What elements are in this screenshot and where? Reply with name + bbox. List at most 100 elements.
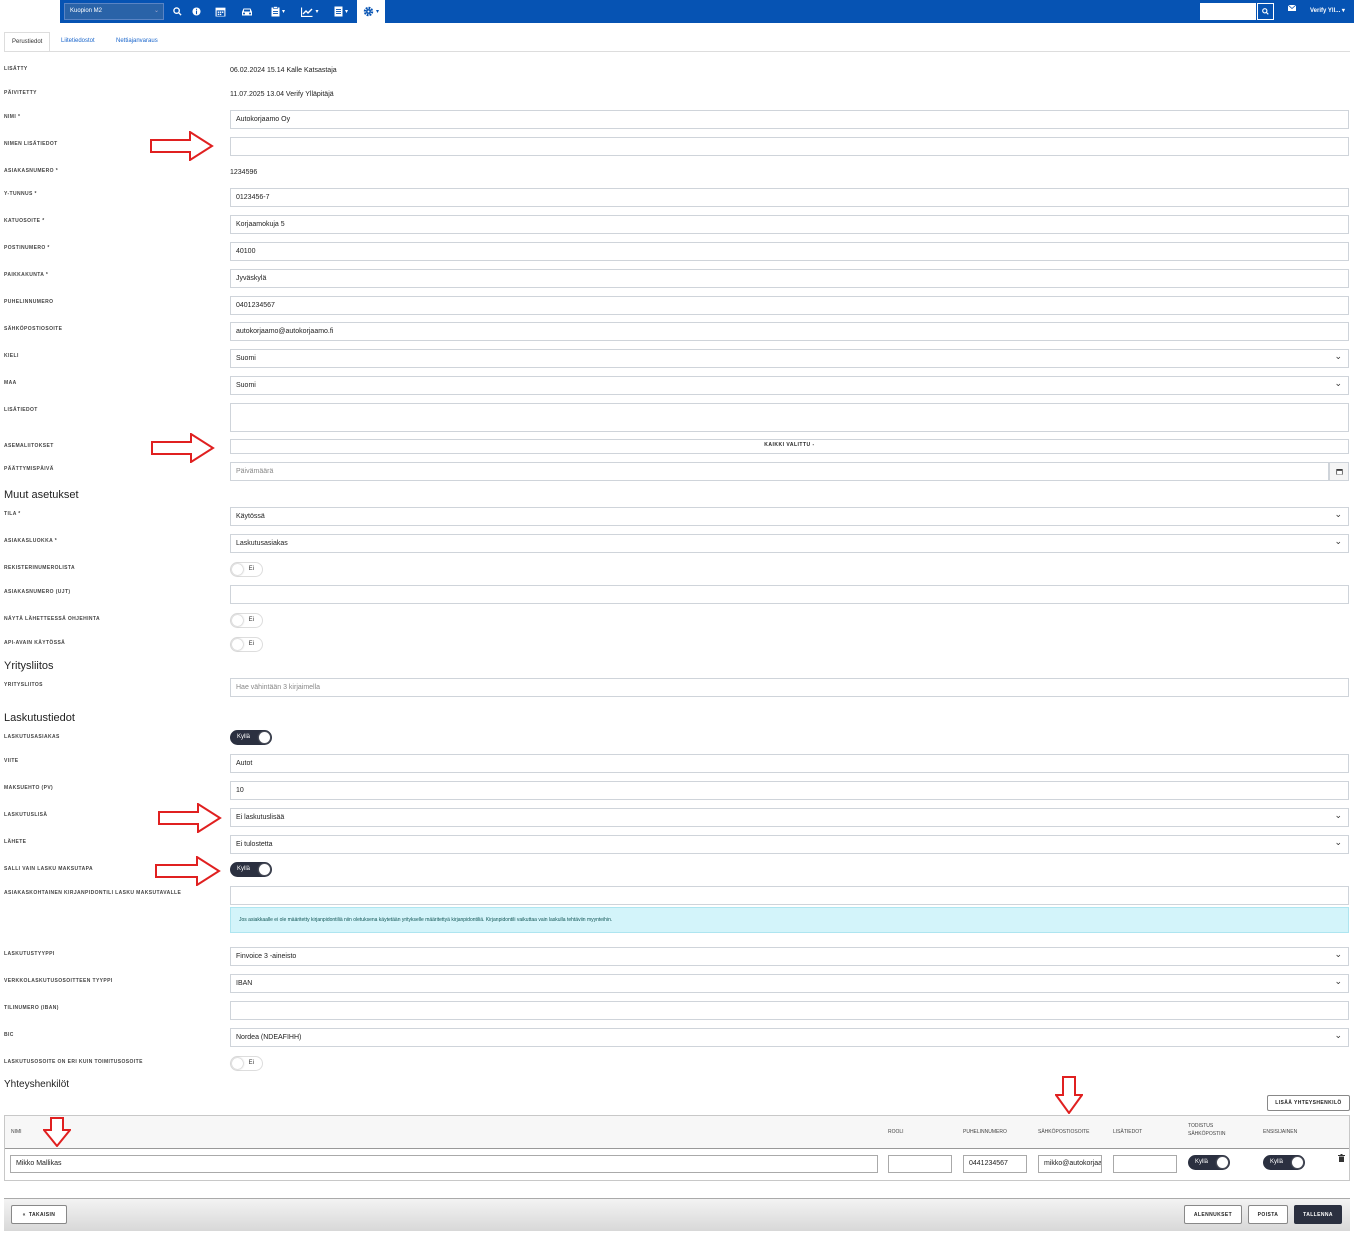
lisatty-label: LISÄTTY	[4, 66, 28, 72]
yritysliitos-search-input[interactable]: Hae vähintään 3 kirjaimella	[230, 678, 1349, 697]
asemaliitokset-multiselect[interactable]: KAIKKI VALITTU -	[230, 439, 1349, 454]
nimi-input[interactable]: Autokorjaamo Oy	[230, 110, 1349, 129]
column-header-todistus: TODISTUS SÄHKÖPOSTIIN	[1188, 1123, 1226, 1137]
clipboard-icon[interactable]: ▾	[266, 0, 290, 23]
toggle-text: Kyllä	[1195, 1159, 1209, 1165]
ohjehinta-label: NÄYTÄ LÄHETTEESSÄ OHJEHINTA	[4, 616, 100, 622]
calendar-icon[interactable]	[210, 0, 230, 23]
viite-input[interactable]: Autot	[230, 754, 1349, 773]
column-header-rooli: ROOLI	[888, 1129, 904, 1135]
puhelin-label: PUHELINNUMERO	[4, 299, 54, 305]
gear-icon[interactable]: ▾	[357, 0, 385, 23]
column-header-lisatiedot: LISÄTIEDOT	[1113, 1129, 1143, 1135]
contact-primary-toggle[interactable]: Kyllä	[1263, 1155, 1305, 1170]
ohjehinta-toggle[interactable]: Ei	[230, 613, 263, 628]
search-icon[interactable]	[170, 0, 184, 23]
back-button[interactable]: «TAKAISIN	[11, 1205, 67, 1224]
paikkakunta-input[interactable]: Jyväskylä	[230, 269, 1349, 288]
laskutustiedot-heading: Laskutustiedot	[4, 712, 75, 724]
contact-name-input[interactable]: Mikko Mallikas	[10, 1155, 878, 1173]
column-header-puhelin: PUHELINNUMERO	[963, 1129, 1007, 1135]
muut-asetukset-heading: Muut asetukset	[4, 489, 79, 501]
asiakasluokka-select[interactable]: Laskutusasiakas	[230, 534, 1349, 553]
column-header-email: SÄHKÖPOSTIOSOITE	[1038, 1129, 1090, 1135]
maa-value: Suomi	[236, 382, 256, 389]
api-toggle[interactable]: Ei	[230, 637, 263, 652]
katuosoite-input[interactable]: Korjaamokuja 5	[230, 215, 1349, 234]
iban-input[interactable]	[230, 1001, 1349, 1020]
maa-label: MAA	[4, 380, 17, 386]
document-icon[interactable]: ▾	[328, 0, 354, 23]
paattymispaiva-input[interactable]: Päivämäärä	[230, 462, 1329, 481]
contact-role-input[interactable]	[888, 1155, 952, 1173]
paattymispaiva-label: PÄÄTTYMISPÄIVÄ	[4, 466, 54, 472]
alennukset-button[interactable]: ALENNUKSET	[1184, 1205, 1242, 1224]
column-header-nimi: NIMI	[11, 1129, 22, 1135]
paivitetty-label: PÄIVITETTY	[4, 90, 37, 96]
nimen-lisatiedot-input[interactable]	[230, 137, 1349, 156]
ytunnus-input[interactable]: 0123456-7	[230, 188, 1349, 207]
calendar-button[interactable]	[1329, 462, 1349, 481]
logo[interactable]	[0, 0, 60, 23]
tab-liitetiedostot[interactable]: Liitetiedostot	[54, 32, 102, 52]
postinumero-input[interactable]: 40100	[230, 242, 1349, 261]
laskutuslisa-select[interactable]: Ei laskutuslisää	[230, 808, 1349, 827]
global-search-button[interactable]	[1257, 3, 1274, 20]
info-icon[interactable]	[189, 0, 203, 23]
trash-icon[interactable]	[1338, 1154, 1345, 1164]
toggle-knob	[1292, 1157, 1303, 1168]
add-contact-button[interactable]: LISÄÄ YHTEYSHENKILÖ	[1267, 1095, 1350, 1111]
user-menu[interactable]: Verify Yll... ▾	[1310, 7, 1345, 14]
ytunnus-label: Y-TUNNUS *	[4, 191, 37, 197]
laskutustyyppi-label: LASKUTUSTYYPPI	[4, 951, 55, 957]
tab-nettiajanvaraus[interactable]: Nettiajanvaraus	[109, 32, 165, 52]
column-header-ensisijainen: ENSISIJAINEN	[1263, 1129, 1298, 1135]
maksuehto-input[interactable]: 10	[230, 781, 1349, 800]
email-label: SÄHKÖPOSTIOSOITE	[4, 326, 63, 332]
lisatiedot-textarea[interactable]	[230, 403, 1349, 432]
global-search-input[interactable]	[1200, 3, 1256, 20]
contact-todistus-toggle[interactable]: Kyllä	[1188, 1155, 1230, 1170]
toggle-text: Kyllä	[1270, 1159, 1284, 1165]
save-button[interactable]: TALLENNA	[1294, 1205, 1342, 1224]
laskutuslisa-label: LASKUTUSLISÄ	[4, 812, 48, 818]
toggle-knob	[232, 639, 243, 650]
annotation-arrow-right-icon	[155, 856, 221, 886]
kirjanpito-input[interactable]	[230, 886, 1349, 905]
tab-perustiedot[interactable]: Perustiedot	[4, 32, 51, 52]
tab-divider	[4, 51, 1350, 52]
laskutusasiakas-toggle[interactable]: Kyllä	[230, 730, 272, 745]
maa-select[interactable]: Suomi	[230, 376, 1349, 395]
kieli-value: Suomi	[236, 355, 256, 362]
laskutustyyppi-select[interactable]: Finvoice 3 -aineisto	[230, 947, 1349, 966]
tila-label: TILA *	[4, 511, 21, 517]
verkkolasku-select[interactable]: IBAN	[230, 974, 1349, 993]
laskutusasiakas-label: LASKUTUSASIAKAS	[4, 734, 60, 740]
eri-osoite-toggle[interactable]: Ei	[230, 1056, 263, 1071]
bic-select[interactable]: Nordea (NDEAFIHH)	[230, 1028, 1349, 1047]
kirjanpito-info-alert: Jos asiakkaalle ei ole määritetty kirjan…	[230, 907, 1349, 933]
bic-value: Nordea (NDEAFIHH)	[236, 1034, 302, 1041]
contact-notes-input[interactable]	[1113, 1155, 1177, 1173]
car-icon[interactable]	[236, 0, 258, 23]
puhelin-input[interactable]: 0401234567	[230, 296, 1349, 315]
email-input[interactable]: autokorjaamo@autokorjaamo.fi	[230, 322, 1349, 341]
nimi-label: NIMI *	[4, 114, 21, 120]
kieli-select[interactable]: Suomi	[230, 349, 1349, 368]
station-select[interactable]: Kuopion M2 ⌄	[64, 3, 164, 20]
ujt-input[interactable]	[230, 585, 1349, 604]
salli-toggle[interactable]: Kyllä	[230, 862, 272, 877]
contact-email-input[interactable]: mikko@autokorjaamo.fi	[1038, 1155, 1102, 1173]
toggle-knob	[232, 1058, 243, 1069]
rekisteri-label: REKISTERINUMEROLISTA	[4, 565, 75, 571]
mail-icon[interactable]	[1287, 4, 1297, 13]
iban-label: TILINUMERO (IBAN)	[4, 1005, 59, 1011]
delete-button[interactable]: POISTA	[1248, 1205, 1288, 1224]
chart-icon[interactable]: ▾	[297, 0, 323, 23]
contact-phone-input[interactable]: 0441234567	[963, 1155, 1027, 1173]
tila-select[interactable]: Käytössä	[230, 507, 1349, 526]
rekisteri-toggle[interactable]: Ei	[230, 562, 263, 577]
lahete-select[interactable]: Ei tulostetta	[230, 835, 1349, 854]
kirjanpito-label: ASIAKASKOHTAINEN KIRJANPIDONTILI LASKU M…	[4, 890, 182, 896]
ujt-label: ASIAKASNUMERO (UJT)	[4, 589, 71, 595]
